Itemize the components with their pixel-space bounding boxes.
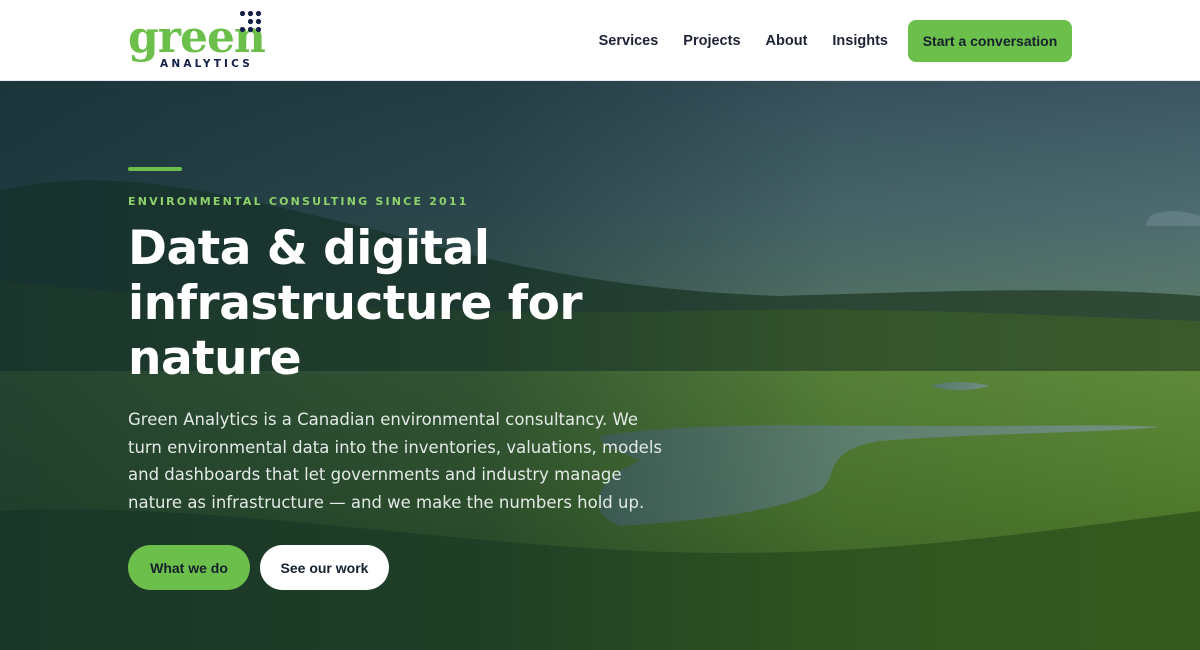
see-our-work-button[interactable]: See our work bbox=[260, 545, 389, 590]
logo-dots-icon bbox=[239, 10, 262, 33]
nav-link-services[interactable]: Services bbox=[599, 33, 659, 49]
hero-eyebrow: ENVIRONMENTAL CONSULTING SINCE 2011 bbox=[128, 195, 469, 208]
start-conversation-button[interactable]: Start a conversation bbox=[908, 19, 1072, 62]
nav-link-insights[interactable]: Insights bbox=[832, 33, 888, 49]
hero-headline: Data & digital infrastructure for nature bbox=[128, 221, 583, 386]
hero-section: ENVIRONMENTAL CONSULTING SINCE 2011 Data… bbox=[0, 81, 1200, 650]
hero-lede: Green Analytics is a Canadian environmen… bbox=[128, 410, 663, 512]
nav-link-projects[interactable]: Projects bbox=[683, 33, 740, 49]
brand-logo[interactable]: green ANALYTICS bbox=[128, 10, 273, 72]
what-we-do-button[interactable]: What we do bbox=[128, 545, 250, 590]
hero-actions: What we do See our work bbox=[128, 545, 389, 590]
nav-link-about[interactable]: About bbox=[766, 33, 808, 49]
logo-subline: ANALYTICS bbox=[160, 58, 254, 70]
main-nav: Services Projects About Insights Start a… bbox=[599, 0, 1072, 81]
site-header: green ANALYTICS Services Projects About … bbox=[0, 0, 1200, 81]
accent-bar bbox=[128, 167, 182, 171]
